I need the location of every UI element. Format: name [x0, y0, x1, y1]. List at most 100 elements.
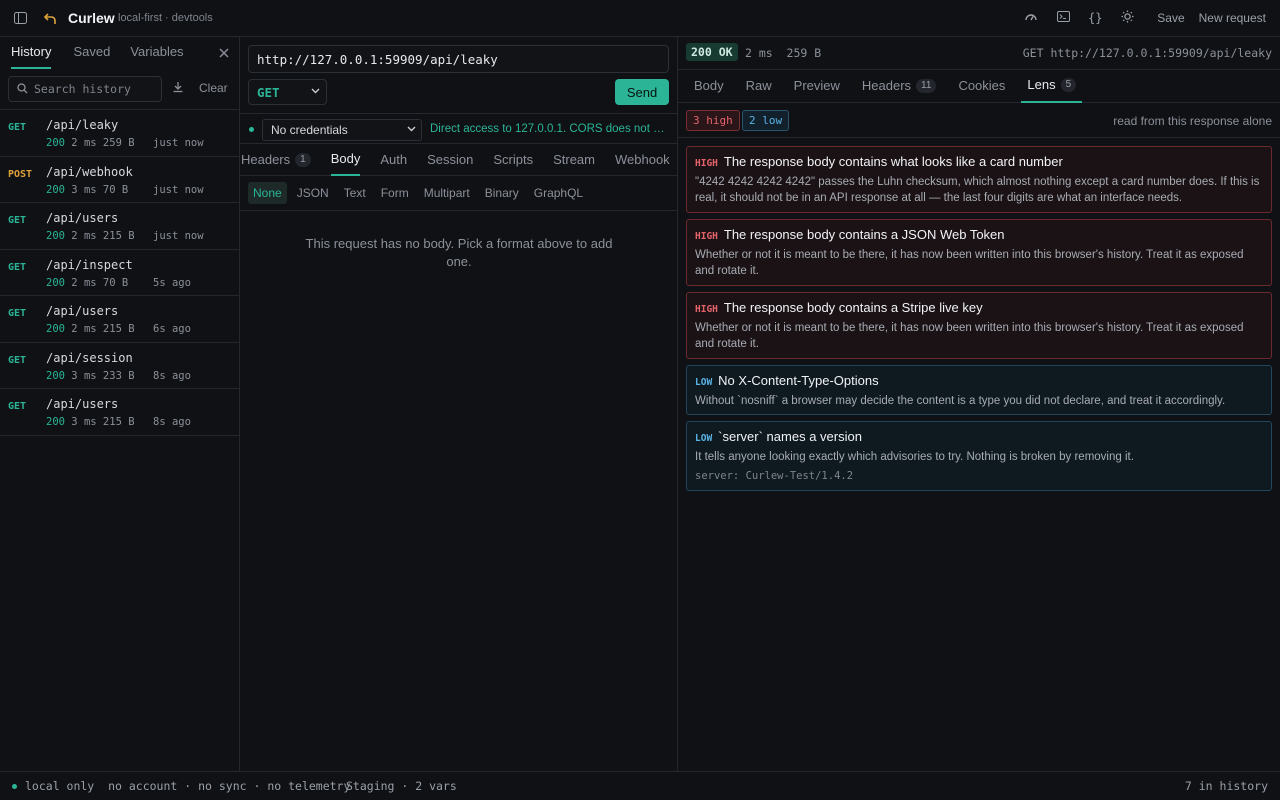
response-tab-headers[interactable]: Headers 11 [862, 70, 937, 103]
history-time: 3 ms [71, 183, 97, 196]
history-size: 70 B [102, 276, 129, 289]
sidebar-tabs: History Saved Variables [0, 37, 239, 69]
high-count-badge[interactable]: 3 high [686, 110, 740, 131]
tab-label: Stream [553, 152, 595, 167]
response-tab-body[interactable]: Body [694, 70, 724, 103]
finding-description: "4242 4242 4242 4242" passes the Luhn ch… [695, 176, 1260, 204]
format-graphql[interactable]: GraphQL [529, 182, 588, 204]
method-select[interactable]: GET [248, 79, 327, 105]
speed-gauge-icon[interactable] [1015, 11, 1047, 25]
format-form[interactable]: Form [376, 182, 414, 204]
format-multipart[interactable]: Multipart [419, 182, 475, 204]
history-method: GET [8, 308, 27, 319]
tab-session[interactable]: Session [427, 144, 473, 176]
format-text[interactable]: Text [339, 182, 371, 204]
finding-title: The response body contains a JSON Web To… [723, 227, 1005, 242]
response-status-row: 200 OK 2 ms 259 B GET http://127.0.0.1:5… [678, 37, 1280, 69]
response-tab-cookies[interactable]: Cookies [958, 70, 1005, 103]
history-method: GET [8, 215, 27, 226]
history-time: 2 ms [71, 137, 97, 149]
response-tab-raw[interactable]: Raw [746, 70, 772, 103]
braces-icon[interactable]: {} [1079, 11, 1111, 25]
history-ago: just now [153, 183, 204, 196]
finding-card[interactable]: HIGH The response body contains a Stripe … [686, 292, 1272, 359]
history-meta: 200 3 ms 215 B 8s ago [46, 416, 191, 428]
finding-card[interactable]: LOW `server` names a version It tells anyo… [686, 421, 1272, 491]
format-none[interactable]: None [248, 182, 287, 204]
history-path: /api/users [46, 397, 119, 411]
tab-count-badge: 5 [1060, 78, 1077, 92]
history-method: GET [8, 354, 27, 366]
history-meta: 200 2 ms 259 B just now [46, 137, 204, 149]
credentials-row: No credentials Direct access to 127.0.0.… [240, 113, 678, 143]
app-title: Curlew [68, 10, 115, 26]
url-bar [248, 45, 669, 73]
severity-label: HIGH [695, 231, 718, 242]
tab-auth[interactable]: Auth [380, 144, 407, 176]
history-status: 200 [46, 416, 65, 428]
tab-webhook[interactable]: Webhook [615, 144, 670, 176]
history-item[interactable]: GET/api/users 200 2 ms 215 B 6s ago [0, 296, 239, 343]
history-status: 200 [46, 323, 65, 335]
finding-title: No X-Content-Type-Options [718, 373, 879, 388]
history-item[interactable]: GET/api/inspect 200 2 ms 70 B 5s ago [0, 250, 239, 296]
search-input[interactable] [34, 82, 154, 96]
low-count-badge[interactable]: 2 low [742, 110, 790, 131]
sidebar-toggle-icon[interactable] [13, 11, 27, 25]
save-button[interactable]: Save [1157, 11, 1184, 25]
response-tab-preview[interactable]: Preview [794, 70, 840, 103]
history-meta: 200 2 ms 215 B 6s ago [46, 323, 191, 335]
history-status: 200 [46, 183, 65, 196]
finding-card[interactable]: LOW No X-Content-Type-Options Without `nos… [686, 365, 1272, 415]
response-tabs: Body Raw Preview Headers 11 Cookies Lens 5 [678, 69, 1280, 103]
history-item[interactable]: GET/api/users 200 2 ms 215 B just now [0, 203, 239, 250]
history-path: /api/webhook [46, 164, 133, 179]
history-size: 215 B [102, 416, 135, 428]
history-sidebar: History Saved Variables Clear GET/api/le… [0, 37, 240, 771]
severity-label: HIGH [695, 304, 718, 315]
history-item[interactable]: GET/api/users 200 3 ms 215 B 8s ago [0, 389, 239, 436]
tab-saved[interactable]: Saved [73, 37, 110, 69]
history-list: GET/api/leaky 200 2 ms 259 Bjust now POST /… [0, 109, 239, 436]
environment-selector[interactable]: Staging · 2 vars [346, 779, 457, 793]
tab-stream[interactable]: Stream [553, 144, 595, 176]
top-bar: Curlew local-first · devtools {} Save Ne… [0, 0, 1280, 37]
terminal-icon[interactable] [1047, 11, 1079, 25]
send-button[interactable]: Send [615, 79, 669, 105]
tab-label: Preview [793, 78, 840, 93]
tab-scripts[interactable]: Scripts [493, 144, 533, 176]
download-icon[interactable] [172, 81, 184, 96]
history-item[interactable]: GET/api/leaky 200 2 ms 259 B just now [0, 110, 239, 157]
close-icon[interactable] [219, 45, 229, 61]
history-size: 259 B [102, 137, 135, 149]
response-tab-lens[interactable]: Lens 5 [1021, 70, 1083, 103]
finding-card[interactable]: HIGH The response body contains a JSON We… [686, 219, 1272, 286]
severity-label: LOW [695, 377, 713, 388]
tab-variables[interactable]: Variables [130, 37, 183, 69]
history-time: 3 ms [71, 369, 97, 382]
new-request-button[interactable]: New request [1199, 11, 1266, 25]
history-path: /api/users [46, 211, 119, 225]
finding-title: The response body contains a Stripe live… [723, 300, 983, 315]
tab-body[interactable]: Body [330, 144, 361, 176]
clear-history-button[interactable]: Clear [199, 81, 228, 95]
lens-summary: 3 high 2 low read from this response alo… [678, 103, 1280, 138]
history-path: /api/inspect [46, 257, 133, 272]
undo-icon[interactable] [43, 11, 57, 25]
tab-label: Webhook [614, 152, 670, 167]
finding-title: The response body contains what looks li… [723, 154, 1063, 169]
tab-headers[interactable]: Headers 1 [241, 144, 311, 176]
history-method: POST [8, 168, 33, 180]
theme-sun-icon[interactable] [1111, 10, 1143, 26]
credentials-select[interactable]: No credentials [262, 119, 422, 141]
history-meta: 200 3 ms 70 B just now [46, 183, 204, 196]
history-item[interactable]: POST/api/webhook 200 3 ms 70 B just now [0, 157, 239, 203]
tab-history[interactable]: History [11, 37, 52, 69]
format-json[interactable]: JSON [292, 182, 334, 204]
history-status: 200 [46, 137, 65, 149]
finding-card[interactable]: HIGH The response body contains what look… [686, 146, 1272, 213]
history-item[interactable]: GET/api/session 200 3 ms 233 B 8s ago [0, 343, 239, 389]
format-binary[interactable]: Binary [480, 182, 524, 204]
url-input[interactable] [257, 51, 657, 67]
method-value: GET [257, 84, 280, 100]
